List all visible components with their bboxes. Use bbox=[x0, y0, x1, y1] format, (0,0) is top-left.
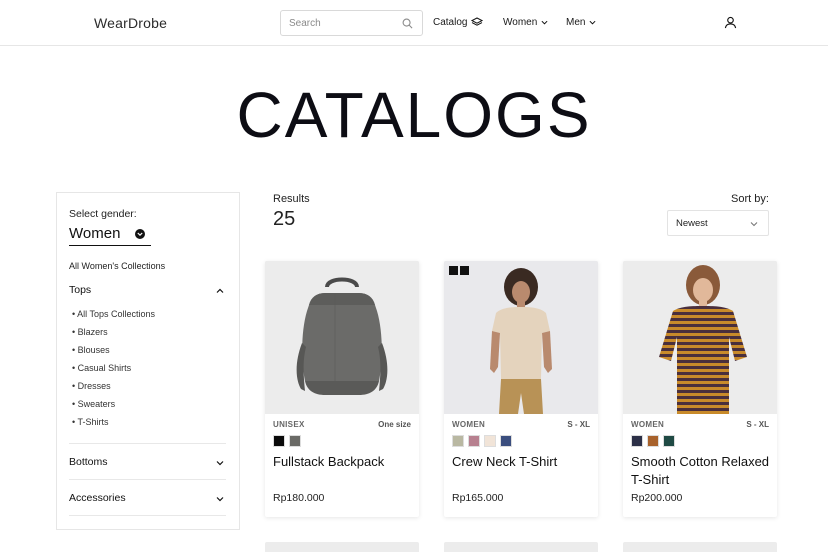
page-title: CATALOGS bbox=[236, 79, 592, 151]
tops-item-all[interactable]: • All Tops Collections bbox=[72, 309, 155, 319]
product-size-range: S - XL bbox=[746, 420, 769, 429]
backpack-image bbox=[265, 261, 419, 414]
user-account-icon[interactable] bbox=[724, 16, 737, 29]
product-price: Rp200.000 bbox=[631, 492, 683, 504]
color-swatch[interactable] bbox=[500, 435, 512, 447]
divider bbox=[69, 443, 226, 444]
tops-item-blazers[interactable]: • Blazers bbox=[72, 327, 108, 337]
color-swatch[interactable] bbox=[663, 435, 675, 447]
product-name[interactable]: Fullstack Backpack bbox=[273, 453, 413, 471]
results-label: Results bbox=[273, 193, 310, 205]
nav-catalog[interactable]: Catalog bbox=[433, 17, 484, 28]
product-price: Rp165.000 bbox=[452, 492, 504, 504]
model-striped-tshirt-image bbox=[623, 261, 777, 414]
product-image[interactable] bbox=[265, 261, 419, 414]
product-name[interactable]: Crew Neck T-Shirt bbox=[452, 453, 592, 471]
tops-section-label: Tops bbox=[69, 284, 92, 296]
tops-item-tshirts[interactable]: • T-Shirts bbox=[72, 417, 109, 427]
color-swatches bbox=[631, 435, 675, 447]
divider bbox=[69, 515, 226, 516]
divider bbox=[69, 479, 226, 480]
sort-select[interactable]: Newest bbox=[667, 210, 769, 236]
color-swatches bbox=[452, 435, 512, 447]
product-category: WOMEN bbox=[631, 420, 665, 429]
product-category: WOMEN bbox=[452, 420, 486, 429]
chevron-down-icon bbox=[750, 222, 758, 227]
color-swatch[interactable] bbox=[468, 435, 480, 447]
accessories-section-toggle[interactable]: Accessories bbox=[69, 491, 226, 507]
nav-women[interactable]: Women bbox=[503, 17, 548, 28]
product-card-partial[interactable] bbox=[265, 542, 419, 552]
color-swatch[interactable] bbox=[631, 435, 643, 447]
product-image[interactable] bbox=[623, 261, 777, 414]
product-size-range: One size bbox=[378, 420, 411, 429]
nav-men[interactable]: Men bbox=[566, 17, 596, 28]
model-crew-neck-tshirt-image bbox=[444, 261, 598, 414]
bottoms-section-toggle[interactable]: Bottoms bbox=[69, 455, 226, 471]
brand-logo-mark bbox=[460, 266, 469, 275]
product-image[interactable] bbox=[444, 261, 598, 414]
search-input[interactable] bbox=[289, 16, 399, 31]
dropdown-circle-icon bbox=[135, 229, 145, 239]
chevron-up-icon bbox=[216, 288, 224, 293]
tops-item-blouses[interactable]: • Blouses bbox=[72, 345, 110, 355]
search-icon[interactable] bbox=[402, 18, 413, 29]
product-card-partial[interactable] bbox=[623, 542, 777, 552]
product-card-partial[interactable] bbox=[444, 542, 598, 552]
accessories-section-label: Accessories bbox=[69, 492, 126, 504]
product-card[interactable]: WOMEN S - XL Smooth Cotton Relaxed T-Shi… bbox=[623, 261, 777, 517]
select-gender-label: Select gender: bbox=[69, 208, 137, 220]
product-category: UNISEX bbox=[273, 420, 305, 429]
gender-select[interactable]: Women bbox=[69, 224, 151, 246]
sort-select-value: Newest bbox=[676, 218, 708, 229]
tops-section-toggle[interactable]: Tops bbox=[69, 283, 226, 299]
tops-item-casual-shirts[interactable]: • Casual Shirts bbox=[72, 363, 131, 373]
chevron-down-icon bbox=[216, 461, 224, 466]
nav-men-label: Men bbox=[566, 17, 586, 28]
product-card[interactable]: UNISEX One size Fullstack Backpack Rp180… bbox=[265, 261, 419, 517]
chevron-down-icon bbox=[589, 20, 596, 25]
tops-item-dresses[interactable]: • Dresses bbox=[72, 381, 111, 391]
bottoms-section-label: Bottoms bbox=[69, 456, 108, 468]
color-swatches bbox=[273, 435, 301, 447]
chevron-down-icon bbox=[216, 497, 224, 502]
product-price: Rp180.000 bbox=[273, 492, 325, 504]
all-collections-link[interactable]: All Women's Collections bbox=[69, 261, 165, 271]
results-count: 25 bbox=[273, 208, 296, 230]
layers-icon bbox=[471, 17, 484, 26]
product-card[interactable]: WOMEN S - XL Crew Neck T-Shirt Rp165.000 bbox=[444, 261, 598, 517]
tops-item-sweaters[interactable]: • Sweaters bbox=[72, 399, 115, 409]
sort-label: Sort by: bbox=[731, 193, 769, 205]
color-swatch[interactable] bbox=[452, 435, 464, 447]
gender-select-value: Women bbox=[69, 225, 121, 242]
nav-catalog-label: Catalog bbox=[433, 17, 468, 28]
color-swatch[interactable] bbox=[647, 435, 659, 447]
search-box[interactable] bbox=[280, 10, 423, 36]
color-swatch[interactable] bbox=[289, 435, 301, 447]
filter-sidebar: Select gender: Women All Women's Collect… bbox=[56, 192, 240, 530]
color-swatch[interactable] bbox=[484, 435, 496, 447]
chevron-down-icon bbox=[541, 20, 548, 25]
product-size-range: S - XL bbox=[567, 420, 590, 429]
color-swatch[interactable] bbox=[273, 435, 285, 447]
nav-women-label: Women bbox=[503, 17, 538, 28]
brand-logo[interactable]: WearDrobe bbox=[94, 15, 167, 31]
brand-logo-mark bbox=[449, 266, 458, 275]
top-navbar: WearDrobe Catalog Women Men bbox=[0, 0, 828, 46]
product-name[interactable]: Smooth Cotton Relaxed T-Shirt bbox=[631, 453, 771, 489]
